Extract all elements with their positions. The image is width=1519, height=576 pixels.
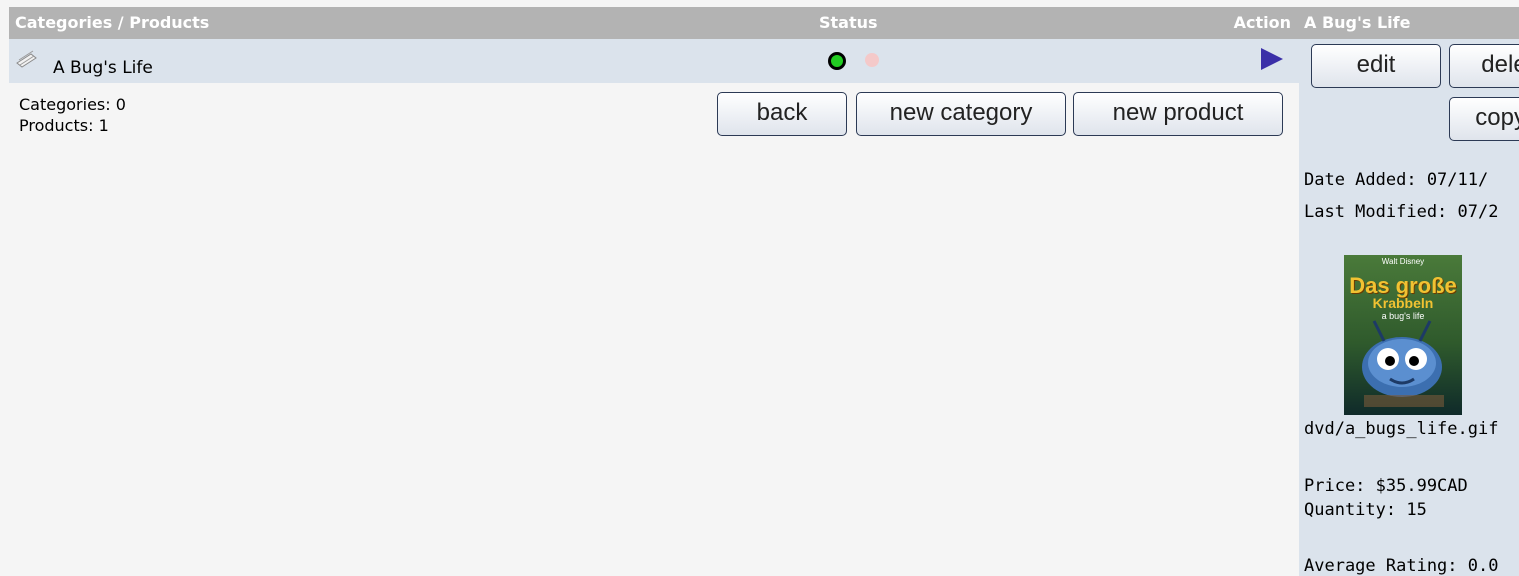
product-icon <box>16 50 37 68</box>
price: Price: $35.99CAD <box>1304 476 1468 496</box>
categories-count: Categories: 0 <box>19 95 126 114</box>
info-panel: edit delete copy to Date Added: 07/11/ L… <box>1299 39 1519 576</box>
edit-button[interactable]: edit <box>1311 44 1441 88</box>
quantity: Quantity: 15 <box>1304 500 1427 520</box>
listing-header: Categories / Products Status Action <box>9 7 1299 39</box>
status-inactive-icon[interactable] <box>865 53 879 67</box>
info-panel-header: A Bug's Life <box>1299 7 1519 39</box>
product-row[interactable]: A Bug's Life <box>9 39 1299 83</box>
delete-button[interactable]: delete <box>1449 44 1519 88</box>
listing-counts: Categories: 0 Products: 1 <box>19 94 126 136</box>
copy-to-button[interactable]: copy to <box>1449 97 1519 141</box>
new-category-button[interactable]: new category <box>856 92 1066 136</box>
date-added: Date Added: 07/11/ <box>1304 170 1489 190</box>
products-count: Products: 1 <box>19 116 109 135</box>
admin-page: Categories / Products Status Action A Bu… <box>0 0 1519 576</box>
new-product-button[interactable]: new product <box>1073 92 1283 136</box>
bug-character-icon <box>1362 320 1444 407</box>
product-image: Walt Disney Das große Krabbeln a bug's l… <box>1344 255 1462 415</box>
status-active-icon[interactable] <box>828 52 846 70</box>
header-action: Action <box>1233 13 1291 32</box>
action-arrow-icon[interactable] <box>1261 48 1283 70</box>
header-status: Status <box>819 13 878 32</box>
header-categories-products: Categories / Products <box>15 13 210 32</box>
average-rating: Average Rating: 0.0 <box>1304 556 1499 576</box>
info-panel-title: A Bug's Life <box>1304 13 1411 32</box>
last-modified: Last Modified: 07/2 <box>1304 202 1499 222</box>
back-button[interactable]: back <box>717 92 847 136</box>
product-name[interactable]: A Bug's Life <box>53 58 153 78</box>
image-filename: dvd/a_bugs_life.gif <box>1304 419 1499 439</box>
